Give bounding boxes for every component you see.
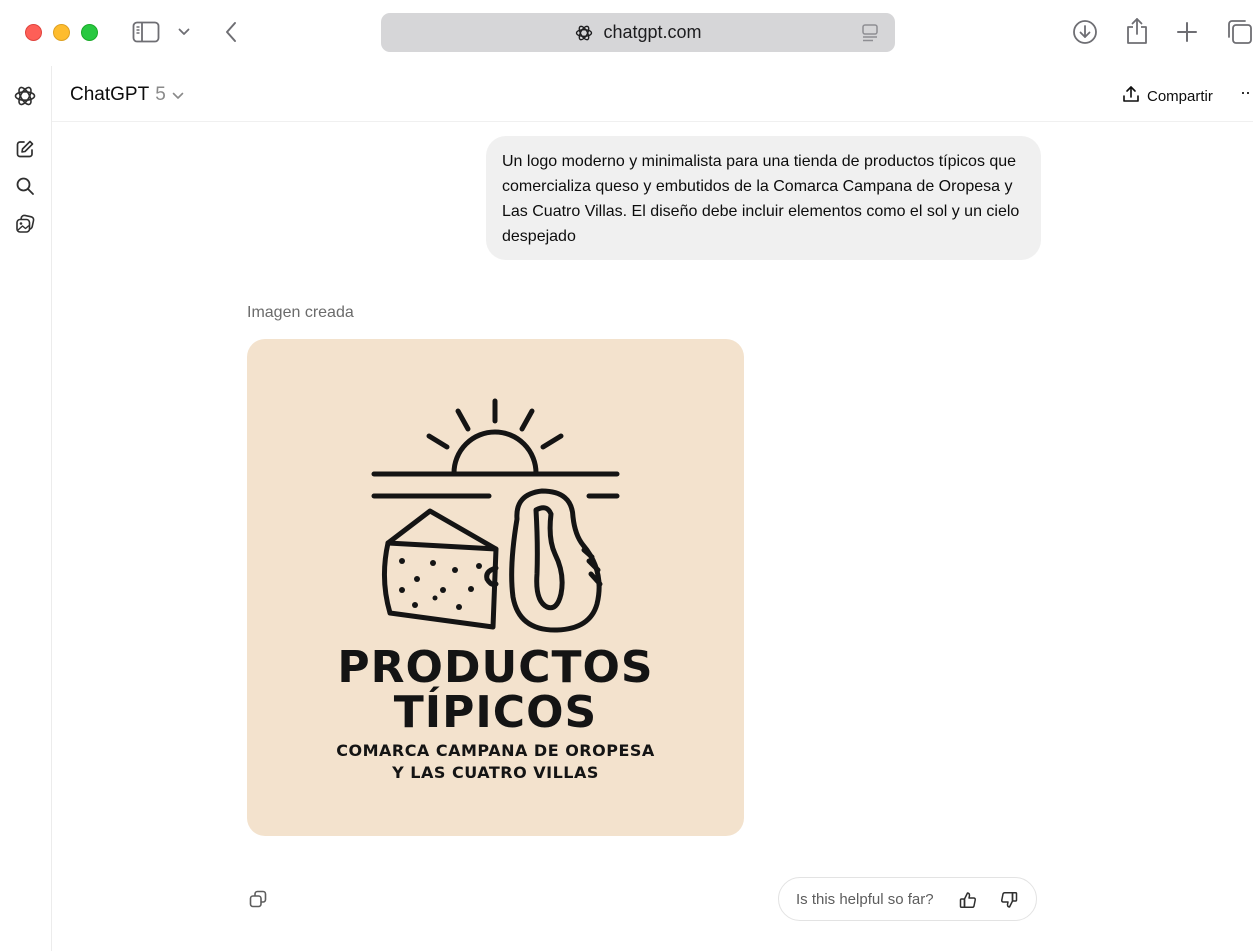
horizon-lines: [371, 471, 620, 499]
feedback-prompt: Is this helpful so far?: [778, 877, 1037, 921]
browser-toolbar: chatgpt.com: [0, 0, 1253, 66]
chevron-down-icon[interactable]: [177, 25, 191, 39]
logo-title-line1: PRODUCTOS: [337, 642, 654, 693]
model-version: 5: [155, 84, 166, 105]
cheese-holes: [399, 558, 482, 610]
more-options-button[interactable]: ··: [1240, 82, 1251, 103]
url-text: chatgpt.com: [603, 22, 702, 42]
upload-icon: [1122, 85, 1140, 107]
chat-header: ChatGPT 5 Compartir ··: [52, 66, 1253, 122]
download-icon[interactable]: [1072, 19, 1098, 45]
sun-icon: [426, 398, 564, 476]
logo-title-line2: TÍPICOS: [393, 687, 598, 738]
library-icon[interactable]: [13, 212, 37, 236]
sausage-icon: [509, 488, 603, 633]
share-icon[interactable]: [1125, 17, 1149, 45]
copy-icon[interactable]: [247, 888, 269, 910]
close-window-button[interactable]: [25, 24, 42, 41]
share-label: Compartir: [1147, 87, 1213, 105]
user-message: Un logo moderno y minimalista para una t…: [486, 136, 1041, 260]
sidebar-rail: [0, 66, 52, 951]
thumbs-down-icon[interactable]: [999, 890, 1019, 910]
search-icon[interactable]: [13, 174, 37, 198]
generated-logo-image[interactable]: PRODUCTOS TÍPICOS COMARCA CAMPANA DE ORO…: [247, 339, 744, 836]
chatgpt-logo-icon[interactable]: [13, 84, 37, 108]
new-tab-icon[interactable]: [1176, 21, 1198, 43]
image-created-label: Imagen creada: [247, 304, 354, 321]
reader-mode-icon[interactable]: [861, 23, 879, 48]
tabs-overview-icon[interactable]: [1226, 19, 1253, 45]
model-selector[interactable]: ChatGPT 5: [70, 84, 184, 106]
cheese-wedge-icon: [381, 508, 499, 630]
logo-illustration: [371, 398, 620, 633]
logo-subtitle-line2: Y LAS CUATRO VILLAS: [392, 763, 599, 782]
minimize-window-button[interactable]: [53, 24, 70, 41]
address-bar[interactable]: chatgpt.com: [381, 13, 895, 52]
model-name: ChatGPT: [70, 84, 150, 105]
zoom-window-button[interactable]: [81, 24, 98, 41]
chevron-down-icon: [172, 84, 184, 106]
share-button[interactable]: Compartir: [1122, 85, 1213, 107]
logo-subtitle-line1: COMARCA CAMPANA DE OROPESA: [336, 741, 655, 760]
new-chat-icon[interactable]: [13, 137, 37, 161]
back-arrow-icon[interactable]: [222, 20, 240, 44]
thumbs-up-icon[interactable]: [958, 890, 978, 910]
chatgpt-favicon-icon: [574, 23, 594, 43]
feedback-prompt-text: Is this helpful so far?: [796, 890, 934, 908]
sidebar-icon[interactable]: [132, 20, 160, 44]
